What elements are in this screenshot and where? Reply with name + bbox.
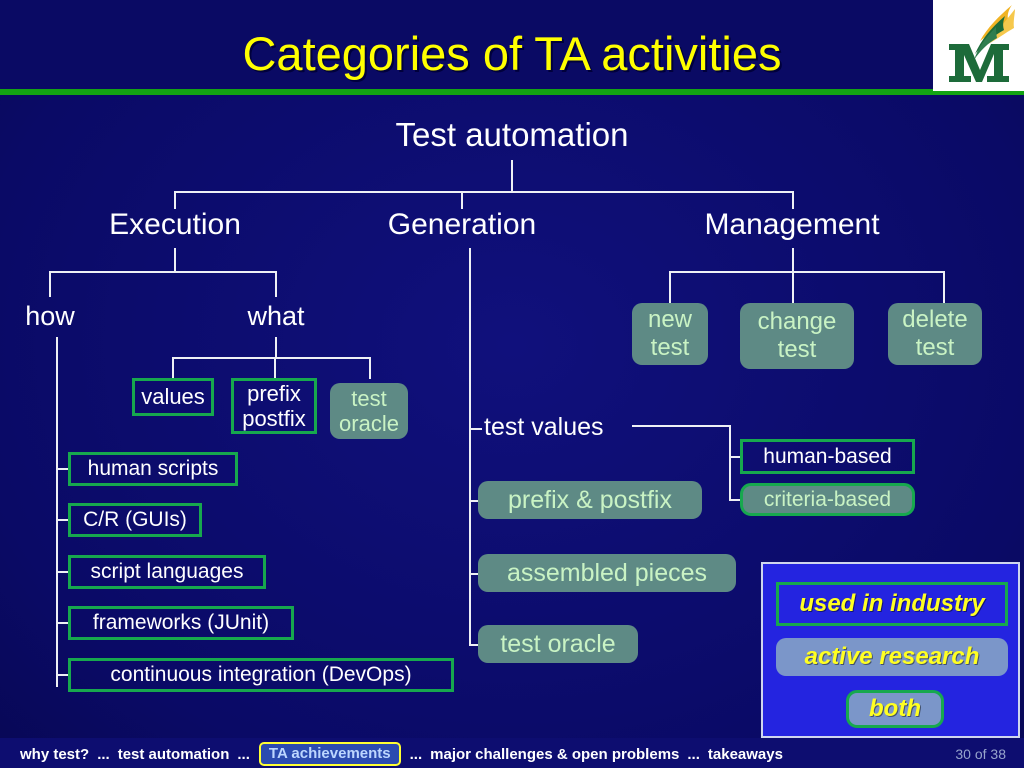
tree-node-management: Management: [704, 208, 880, 241]
connector-execution-bar: [49, 271, 277, 273]
tree-box-test-oracle-execution[interactable]: test oracle: [330, 383, 408, 439]
footer-item-test-automation[interactable]: test automation: [118, 746, 230, 763]
logo-svg: [933, 0, 1024, 91]
connector-level1-bar: [174, 191, 794, 193]
page-number: 30 of 38: [955, 746, 1006, 762]
footer-separator-2: ...: [237, 745, 250, 763]
footer-item-takeaways[interactable]: takeaways: [708, 746, 783, 763]
connector-deletetest-drop: [943, 271, 945, 303]
connector-what-drop: [275, 271, 277, 297]
footer-separator-1: ...: [97, 745, 110, 763]
tree-box-human-scripts[interactable]: human scripts: [68, 452, 238, 486]
tree-box-human-based[interactable]: human-based: [740, 439, 915, 474]
connector-prefixpostfix-drop: [274, 357, 276, 379]
tree-box-new-test[interactable]: new test: [632, 303, 708, 365]
connector-how-spine: [56, 337, 58, 687]
tree-box-assembled-pieces[interactable]: assembled pieces: [478, 554, 736, 592]
tree-box-frameworks-junit[interactable]: frameworks (JUnit): [68, 606, 294, 640]
tree-box-delete-test[interactable]: delete test: [888, 303, 982, 365]
footer-item-major-challenges[interactable]: major challenges & open problems: [430, 746, 679, 763]
connector-how-drop: [49, 271, 51, 297]
tree-box-change-test-line2: test: [777, 336, 817, 363]
tree-box-test-oracle-generation[interactable]: test oracle: [478, 625, 638, 663]
tree-box-prefix-postfix[interactable]: prefix postfix: [231, 378, 317, 434]
slide-canvas: Categories of TA activities Test automat…: [0, 0, 1024, 768]
tree-box-prefix-and-postfix[interactable]: prefix & postfix: [478, 481, 702, 519]
tree-node-what: what: [247, 301, 305, 331]
connector-testoracle-drop: [369, 357, 371, 379]
tree-box-continuous-integration[interactable]: continuous integration (DevOps): [68, 658, 454, 692]
legend-item-both[interactable]: both: [846, 690, 944, 728]
tree-box-change-test[interactable]: change test: [740, 303, 854, 369]
tree-box-criteria-based[interactable]: criteria-based: [740, 483, 915, 516]
connector-newtest-drop: [669, 271, 671, 303]
tree-box-test-oracle-line1: test: [351, 386, 387, 411]
connector-values-drop: [172, 357, 174, 379]
tree-box-new-test-line1: new: [647, 306, 693, 333]
connector-generation-tick-1: [469, 428, 482, 430]
footer-bar: why test? ... test automation ... TA ach…: [0, 738, 1024, 768]
legend-item-used-in-industry[interactable]: used in industry: [776, 582, 1008, 626]
tree-node-root: Test automation: [395, 116, 629, 153]
tree-box-delete-test-line1: delete: [902, 306, 968, 333]
tree-box-prefix-postfix-line1: prefix: [247, 381, 301, 406]
connector-management-stub: [792, 248, 794, 272]
tree-node-test-values: test values: [484, 413, 604, 441]
connector-execution-drop: [174, 191, 176, 209]
tree-box-values[interactable]: values: [132, 378, 214, 416]
connector-generation-drop: [461, 191, 463, 209]
footer-nav: why test? ... test automation ... TA ach…: [18, 742, 785, 766]
mason-m-logo: [933, 0, 1024, 91]
tree-box-prefix-postfix-line2: postfix: [242, 406, 306, 431]
connector-changetest-drop: [792, 271, 794, 303]
footer-item-ta-achievements[interactable]: TA achievements: [258, 742, 401, 766]
connector-what-bar: [172, 357, 370, 359]
footer-item-why-test[interactable]: why test?: [20, 746, 89, 763]
tree-box-script-languages[interactable]: script languages: [68, 555, 266, 589]
tree-box-test-oracle-line2: oracle: [339, 411, 399, 436]
tree-box-change-test-line1: change: [757, 308, 837, 335]
connector-testvalues-spine: [729, 425, 731, 501]
connector-management-bar: [669, 271, 945, 273]
tree-node-how: how: [25, 301, 75, 331]
footer-separator-4: ...: [687, 745, 700, 763]
tree-box-cr-guis[interactable]: C/R (GUIs): [68, 503, 202, 537]
footer-separator-3: ...: [409, 745, 423, 763]
connector-testvalues-arm: [632, 425, 730, 427]
tree-node-execution: Execution: [109, 208, 241, 241]
page-title: Categories of TA activities: [242, 27, 782, 80]
connector-management-drop: [792, 191, 794, 209]
connector-root-stub: [511, 160, 513, 192]
tree-node-generation: Generation: [387, 208, 537, 241]
tree-box-delete-test-line2: test: [915, 334, 955, 361]
legend-item-active-research[interactable]: active research: [776, 638, 1008, 676]
legend-panel: used in industry active research both: [761, 562, 1020, 738]
connector-what-stub: [275, 337, 277, 358]
connector-execution-stub: [174, 248, 176, 272]
title-divider: [0, 89, 1024, 95]
tree-box-new-test-line2: test: [650, 334, 690, 361]
connector-generation-spine: [469, 248, 471, 646]
